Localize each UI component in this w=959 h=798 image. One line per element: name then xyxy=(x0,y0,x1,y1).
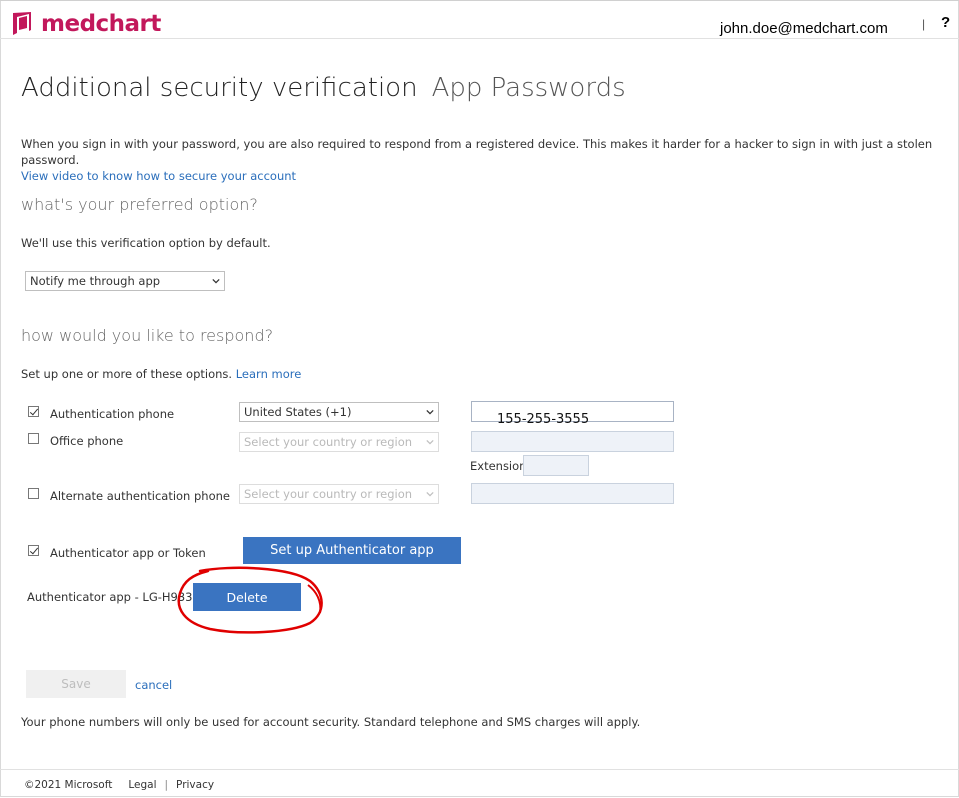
chevron-down-icon xyxy=(426,409,434,415)
auth-phone-country-select[interactable]: United States (+1) xyxy=(239,402,439,422)
office-phone-label: Office phone xyxy=(50,434,124,448)
alt-phone-number-input[interactable] xyxy=(471,483,674,504)
extension-label: Extension xyxy=(470,459,527,473)
chevron-down-icon xyxy=(212,278,220,284)
auth-phone-checkbox[interactable] xyxy=(28,406,39,417)
description-text: When you sign in with your password, you… xyxy=(21,137,933,167)
extension-input[interactable] xyxy=(523,455,589,476)
video-link[interactable]: View video to know how to secure your ac… xyxy=(21,169,296,183)
office-phone-checkbox[interactable] xyxy=(28,433,39,444)
footer-copyright: ©2021 Microsoft xyxy=(24,779,113,791)
page-title-main: Additional security verification xyxy=(21,73,418,103)
device-label: Authenticator app - LG-H933 xyxy=(27,590,193,604)
tab-app-passwords[interactable]: App Passwords xyxy=(432,73,626,103)
footer-legal-link[interactable]: Legal xyxy=(128,779,156,791)
alt-phone-checkbox[interactable] xyxy=(28,488,39,499)
save-button[interactable]: Save xyxy=(26,670,126,698)
footer-note: Your phone numbers will only be used for… xyxy=(21,715,641,729)
respond-help: Set up one or more of these options. Lea… xyxy=(21,367,301,381)
chevron-down-icon xyxy=(426,491,434,497)
preferred-help: We'll use this verification option by de… xyxy=(21,236,271,250)
auth-phone-country-value: United States (+1) xyxy=(244,405,352,419)
top-header: medchart john.doe@medchart.com | ? xyxy=(0,4,959,39)
authenticator-label: Authenticator app or Token xyxy=(50,546,206,560)
auth-phone-label: Authentication phone xyxy=(50,407,175,421)
brand-logo[interactable]: medchart xyxy=(11,11,161,37)
office-phone-country-select[interactable]: Select your country or region xyxy=(239,432,439,452)
preferred-option-select[interactable]: Notify me through app xyxy=(25,271,225,291)
user-email[interactable]: john.doe@medchart.com xyxy=(720,20,888,37)
authenticator-checkbox[interactable] xyxy=(28,545,39,556)
auth-phone-number-value: 155-255-3555 xyxy=(497,412,590,427)
cancel-link[interactable]: cancel xyxy=(135,678,172,692)
footer-divider xyxy=(0,769,959,770)
footer-separator: | xyxy=(164,779,169,791)
page-title: Additional security verification App Pass… xyxy=(21,73,626,103)
respond-heading: how would you like to respond? xyxy=(21,326,274,345)
learn-more-link[interactable]: Learn more xyxy=(236,367,302,381)
delete-device-button[interactable]: Delete xyxy=(193,583,301,611)
alt-phone-country-select[interactable]: Select your country or region xyxy=(239,484,439,504)
help-icon[interactable]: ? xyxy=(941,14,950,31)
office-phone-number-input[interactable] xyxy=(471,431,674,452)
auth-phone-number-input[interactable]: 155-255-3555 xyxy=(471,401,674,427)
setup-authenticator-button[interactable]: Set up Authenticator app xyxy=(243,537,461,564)
brand-name: medchart xyxy=(41,11,161,37)
footer: ©2021 Microsoft Legal | Privacy xyxy=(24,779,214,791)
header-separator: | xyxy=(922,17,926,31)
alt-phone-label: Alternate authentication phone xyxy=(50,489,230,503)
preferred-option-value: Notify me through app xyxy=(30,274,161,288)
medchart-logo-icon xyxy=(13,12,31,35)
respond-help-text: Set up one or more of these options. xyxy=(21,367,233,381)
footer-privacy-link[interactable]: Privacy xyxy=(176,779,214,791)
alt-phone-country-placeholder: Select your country or region xyxy=(244,487,413,501)
chevron-down-icon xyxy=(426,439,434,445)
preferred-heading: what's your preferred option? xyxy=(21,195,258,214)
office-phone-country-placeholder: Select your country or region xyxy=(244,435,413,449)
page-description: When you sign in with your password, you… xyxy=(21,136,941,184)
